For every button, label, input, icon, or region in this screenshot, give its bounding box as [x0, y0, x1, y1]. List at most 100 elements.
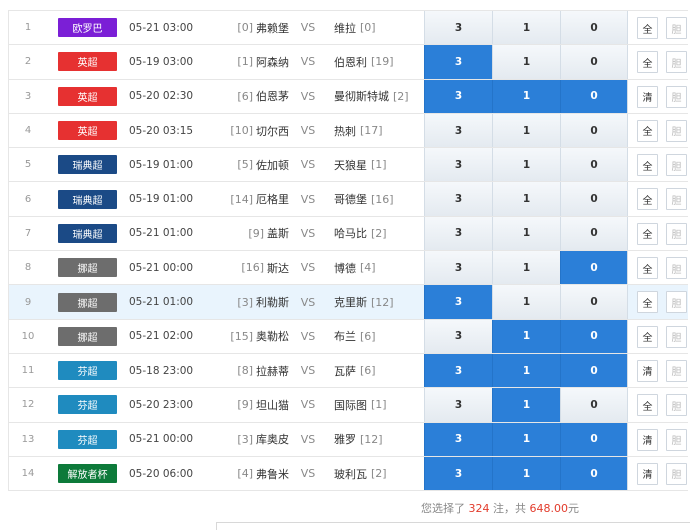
- home-team[interactable]: 利勒斯: [256, 294, 289, 310]
- away-team[interactable]: 天狼星: [334, 157, 367, 173]
- away-team[interactable]: 国际图: [334, 397, 367, 413]
- option-lose[interactable]: 0: [560, 388, 628, 422]
- option-win[interactable]: 3: [424, 353, 492, 388]
- select-all-button[interactable]: 全: [637, 17, 658, 39]
- option-draw[interactable]: 1: [492, 148, 560, 182]
- option-win[interactable]: 3: [424, 148, 492, 182]
- league-badge[interactable]: 芬超: [58, 361, 117, 381]
- option-draw[interactable]: 1: [492, 422, 560, 456]
- option-win[interactable]: 3: [424, 11, 492, 45]
- league-badge[interactable]: 瑞典超: [58, 155, 117, 175]
- away-team[interactable]: 雅罗: [334, 431, 356, 447]
- option-lose[interactable]: 0: [560, 11, 628, 45]
- option-draw[interactable]: 1: [492, 182, 560, 216]
- home-team[interactable]: 库奥皮: [256, 431, 289, 447]
- home-team[interactable]: 拉赫蒂: [256, 363, 289, 379]
- banker-button[interactable]: 胆: [666, 359, 687, 382]
- option-draw[interactable]: 1: [492, 113, 560, 148]
- option-lose[interactable]: 0: [560, 285, 628, 319]
- option-win[interactable]: 3: [424, 388, 492, 422]
- league-badge[interactable]: 英超: [58, 121, 117, 141]
- league-badge[interactable]: 芬超: [58, 395, 117, 415]
- home-team[interactable]: 弗赖堡: [256, 20, 289, 36]
- league-badge[interactable]: 欧罗巴: [58, 18, 117, 38]
- banker-button[interactable]: 胆: [666, 85, 687, 108]
- banker-button[interactable]: 胆: [666, 394, 687, 417]
- option-draw[interactable]: 1: [492, 285, 560, 319]
- select-all-button[interactable]: 全: [637, 51, 658, 74]
- home-team[interactable]: 奥勒松: [256, 328, 289, 344]
- home-team[interactable]: 厄格里: [256, 191, 289, 207]
- banker-button[interactable]: 胆: [666, 222, 687, 245]
- away-team[interactable]: 哈马比: [334, 225, 367, 241]
- home-team[interactable]: 伯恩茅: [256, 88, 289, 104]
- home-team[interactable]: 切尔西: [256, 123, 289, 139]
- league-badge[interactable]: 挪超: [58, 326, 117, 346]
- banker-button[interactable]: 胆: [666, 291, 687, 314]
- league-badge[interactable]: 瑞典超: [58, 189, 117, 209]
- option-win[interactable]: 3: [424, 285, 492, 319]
- select-all-button[interactable]: 清: [637, 428, 658, 451]
- option-draw[interactable]: 1: [492, 216, 560, 251]
- league-badge[interactable]: 瑞典超: [58, 223, 117, 243]
- option-win[interactable]: 3: [424, 216, 492, 251]
- option-lose[interactable]: 0: [560, 251, 628, 285]
- option-lose[interactable]: 0: [560, 113, 628, 148]
- banker-button[interactable]: 胆: [666, 428, 687, 451]
- option-lose[interactable]: 0: [560, 319, 628, 353]
- option-lose[interactable]: 0: [560, 45, 628, 79]
- away-team[interactable]: 博德: [334, 260, 356, 276]
- league-badge[interactable]: 芬超: [58, 429, 117, 449]
- select-all-button[interactable]: 全: [637, 119, 658, 142]
- select-all-button[interactable]: 全: [637, 257, 658, 280]
- banker-button[interactable]: 胆: [666, 154, 687, 177]
- select-all-button[interactable]: 全: [637, 291, 658, 314]
- option-draw[interactable]: 1: [492, 251, 560, 285]
- home-team[interactable]: 佐加顿: [256, 157, 289, 173]
- select-all-button[interactable]: 全: [637, 222, 658, 245]
- option-draw[interactable]: 1: [492, 79, 560, 113]
- league-badge[interactable]: 挪超: [58, 292, 117, 312]
- banker-button[interactable]: 胆: [666, 462, 687, 485]
- option-lose[interactable]: 0: [560, 422, 628, 456]
- select-all-button[interactable]: 清: [637, 359, 658, 382]
- option-lose[interactable]: 0: [560, 148, 628, 182]
- option-win[interactable]: 3: [424, 422, 492, 456]
- away-team[interactable]: 曼彻斯特城: [334, 88, 389, 104]
- away-team[interactable]: 布兰: [334, 328, 356, 344]
- option-draw[interactable]: 1: [492, 45, 560, 79]
- option-lose[interactable]: 0: [560, 182, 628, 216]
- option-win[interactable]: 3: [424, 113, 492, 148]
- select-all-button[interactable]: 清: [637, 462, 658, 485]
- away-team[interactable]: 伯恩利: [334, 54, 367, 70]
- option-lose[interactable]: 0: [560, 216, 628, 251]
- option-win[interactable]: 3: [424, 182, 492, 216]
- option-draw[interactable]: 1: [492, 388, 560, 422]
- select-all-button[interactable]: 全: [637, 325, 658, 348]
- home-team[interactable]: 弗鲁米: [256, 466, 289, 482]
- banker-button[interactable]: 胆: [666, 17, 687, 39]
- option-draw[interactable]: 1: [492, 353, 560, 388]
- option-lose[interactable]: 0: [560, 353, 628, 388]
- banker-button[interactable]: 胆: [666, 51, 687, 74]
- league-badge[interactable]: 英超: [58, 86, 117, 106]
- banker-button[interactable]: 胆: [666, 257, 687, 280]
- away-team[interactable]: 瓦萨: [334, 363, 356, 379]
- home-team[interactable]: 斯达: [267, 260, 289, 276]
- league-badge[interactable]: 解放者杯: [58, 464, 117, 483]
- away-team[interactable]: 热刺: [334, 123, 356, 139]
- banker-button[interactable]: 胆: [666, 188, 687, 211]
- away-team[interactable]: 维拉: [334, 20, 356, 36]
- away-team[interactable]: 玻利瓦: [334, 466, 367, 482]
- select-all-button[interactable]: 全: [637, 394, 658, 417]
- home-team[interactable]: 盖斯: [267, 225, 289, 241]
- option-draw[interactable]: 1: [492, 319, 560, 353]
- select-all-button[interactable]: 全: [637, 154, 658, 177]
- option-win[interactable]: 3: [424, 79, 492, 113]
- option-win[interactable]: 3: [424, 45, 492, 79]
- option-draw[interactable]: 1: [492, 456, 560, 491]
- option-draw[interactable]: 1: [492, 11, 560, 45]
- banker-button[interactable]: 胆: [666, 119, 687, 142]
- home-team[interactable]: 阿森纳: [256, 54, 289, 70]
- select-all-button[interactable]: 清: [637, 85, 658, 108]
